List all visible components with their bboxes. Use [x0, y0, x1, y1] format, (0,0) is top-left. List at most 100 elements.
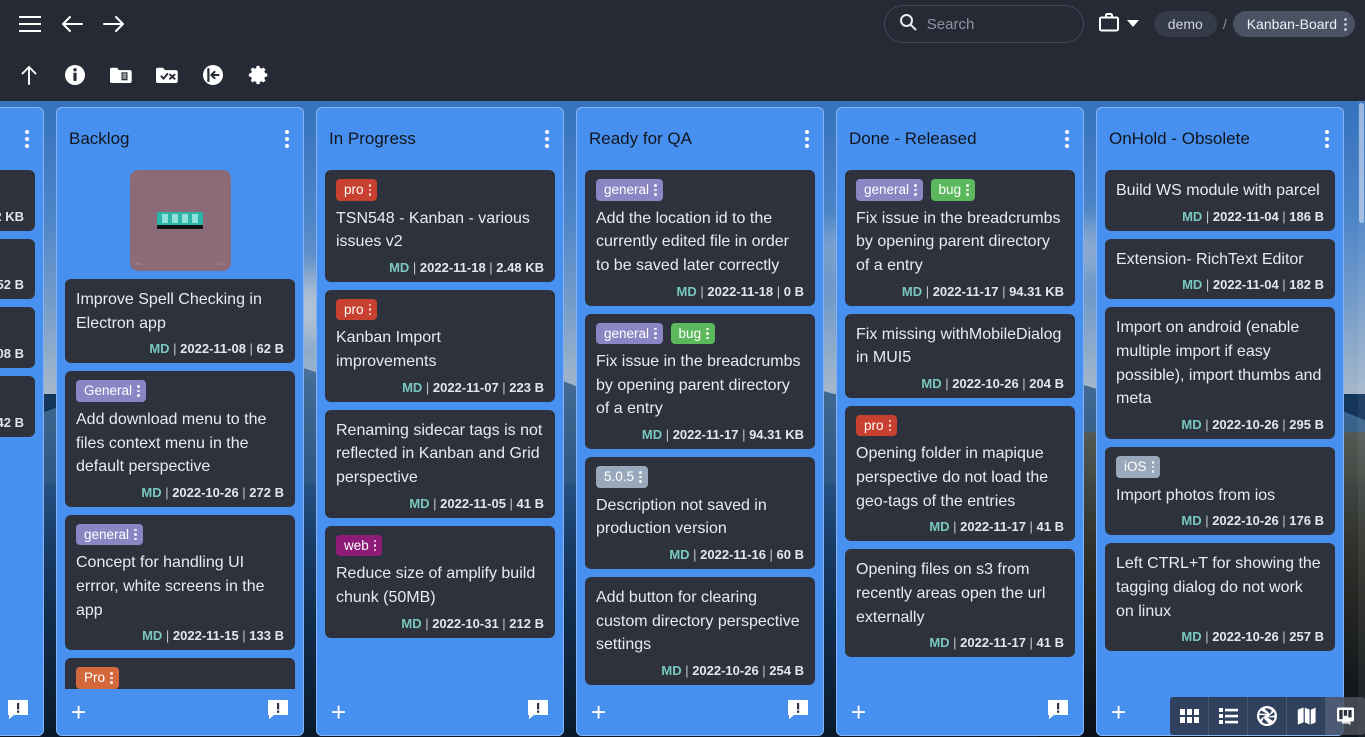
- column-menu-icon[interactable]: [801, 126, 813, 152]
- kanban-card[interactable]: general Add the location id to the curren…: [585, 170, 815, 306]
- kanban-card[interactable]: Improve Spell Checking in Electron app MD…: [65, 279, 295, 364]
- plus-icon[interactable]: +: [331, 699, 346, 725]
- card-tag-menu-icon[interactable]: [639, 471, 642, 483]
- arrow-up-icon[interactable]: [12, 58, 46, 92]
- search-box[interactable]: [883, 5, 1084, 43]
- gallery-perspective-icon[interactable]: [1248, 697, 1287, 735]
- plus-icon[interactable]: +: [851, 699, 866, 725]
- plus-icon[interactable]: +: [591, 699, 606, 725]
- kanban-card[interactable]: Left CTRL+T for showing the tagging dial…: [1105, 543, 1335, 652]
- column-menu-icon[interactable]: [1061, 126, 1073, 152]
- card-tag-menu-icon[interactable]: [134, 528, 137, 541]
- card-tag[interactable]: general: [596, 322, 663, 345]
- kanban-column[interactable]: ears MD | 72 KB ge is lame MD | 252 B with n…: [0, 107, 44, 736]
- info-circle-icon[interactable]: [58, 58, 92, 92]
- arrow-left-icon[interactable]: [54, 6, 90, 42]
- kanban-card[interactable]: pro TSN548 - Kanban - various issues v2 MD…: [325, 170, 555, 282]
- card-tag[interactable]: pro: [856, 414, 898, 437]
- grid-perspective-icon[interactable]: [1170, 697, 1209, 735]
- card-tag-menu-icon[interactable]: [888, 419, 892, 432]
- card-tag-menu-icon[interactable]: [368, 303, 372, 316]
- kanban-card[interactable]: Build WS module with parcel MD | 2022-11-…: [1105, 170, 1335, 231]
- card-tag[interactable]: 5.0.5: [596, 466, 648, 488]
- kanban-column[interactable]: OnHold - Obsolete Build WS module with pa…: [1096, 107, 1344, 736]
- column-menu-icon[interactable]: [1321, 126, 1333, 152]
- card-tag-menu-icon[interactable]: [654, 184, 657, 196]
- kanban-card[interactable]: by n MD | 242 B: [0, 376, 35, 437]
- arrow-right-icon[interactable]: [96, 6, 132, 42]
- card-tag-menu-icon[interactable]: [137, 385, 140, 397]
- hamburger-menu-icon[interactable]: [12, 6, 48, 42]
- kanban-card[interactable]: general Concept for handling UI errror, w…: [65, 514, 295, 651]
- card-tag[interactable]: pro: [336, 298, 378, 321]
- card-tag-menu-icon[interactable]: [373, 539, 377, 552]
- kanban-card[interactable]: Fix missing withMobileDialog in MUI5 MD |…: [845, 313, 1075, 398]
- breadcrumb-item-kanban-board[interactable]: Kanban-Board: [1232, 11, 1355, 37]
- column-card-list[interactable]: general Add the location id to the curren…: [577, 170, 823, 689]
- column-card-list[interactable]: IMG DDR Improve Spell Checking in Electron…: [57, 170, 303, 689]
- column-card-list[interactable]: general bug Fix issue in the breadcrumbs b…: [837, 170, 1083, 689]
- column-menu-icon[interactable]: [541, 126, 553, 152]
- alert-comment-icon[interactable]: [1047, 699, 1069, 725]
- card-tag[interactable]: bug: [930, 179, 975, 201]
- card-tag-menu-icon[interactable]: [706, 327, 709, 340]
- list-perspective-icon[interactable]: [1209, 697, 1248, 735]
- kanban-column[interactable]: In Progress pro TSN548 - Kanban - various …: [316, 107, 564, 736]
- column-card-list[interactable]: pro TSN548 - Kanban - various issues v2 MD…: [317, 170, 563, 689]
- kanban-column[interactable]: Ready for QA general Add the location id t…: [576, 107, 824, 736]
- card-tag[interactable]: iOS: [1116, 456, 1161, 478]
- kanban-column[interactable]: Done - Released general bug Fix issue in th…: [836, 107, 1084, 736]
- card-tag-menu-icon[interactable]: [966, 184, 969, 196]
- column-menu-icon[interactable]: [281, 126, 293, 152]
- plus-icon[interactable]: +: [71, 699, 86, 725]
- kanban-card[interactable]: Pro: [65, 658, 295, 689]
- kanban-column[interactable]: Backlog IMG DDR Improve Spell Checking in E…: [56, 107, 304, 736]
- board-vertical-scrollbar[interactable]: [1358, 101, 1365, 737]
- kanban-card[interactable]: Extension- RichText Editor MD | 2022-11-0…: [1105, 238, 1335, 300]
- kanban-card-thumbnail[interactable]: IMG DDR: [65, 170, 295, 271]
- alert-comment-icon[interactable]: [787, 699, 809, 725]
- breadcrumb-menu-icon[interactable]: [1344, 17, 1347, 31]
- kanban-card[interactable]: ge is lame MD | 252 B: [0, 238, 35, 300]
- kanban-perspective-icon[interactable]: [1326, 697, 1365, 735]
- breadcrumb-item-demo[interactable]: demo: [1153, 11, 1217, 37]
- perspective-switcher[interactable]: [1170, 697, 1365, 735]
- kanban-card[interactable]: general bug Fix issue in the breadcrumbs b…: [585, 313, 815, 450]
- briefcase-button[interactable]: [1094, 7, 1144, 42]
- alert-comment-icon[interactable]: [267, 699, 289, 725]
- card-tag-menu-icon[interactable]: [914, 184, 917, 196]
- scrollbar-thumb[interactable]: [1359, 103, 1364, 223]
- kanban-card[interactable]: with not MD | 308 B: [0, 307, 35, 369]
- card-tag[interactable]: Pro: [76, 667, 119, 689]
- card-tag-menu-icon[interactable]: [1151, 461, 1155, 473]
- card-tag[interactable]: bug: [670, 322, 715, 345]
- exit-icon[interactable]: [196, 58, 230, 92]
- kanban-card[interactable]: Opening files on s3 from recently areas …: [845, 549, 1075, 658]
- card-tag[interactable]: General: [76, 380, 146, 402]
- card-tag-menu-icon[interactable]: [368, 184, 372, 196]
- column-menu-icon[interactable]: [21, 126, 33, 152]
- kanban-card[interactable]: iOS Import photos from ios MD | 2022-10-26…: [1105, 447, 1335, 536]
- card-tag[interactable]: web: [336, 534, 383, 557]
- kanban-card[interactable]: Renaming sidecar tags is not reflected i…: [325, 409, 555, 518]
- alert-comment-icon[interactable]: [527, 699, 549, 725]
- card-tag[interactable]: pro: [336, 179, 378, 201]
- column-card-list[interactable]: ears MD | 72 KB ge is lame MD | 252 B with n…: [0, 170, 43, 689]
- kanban-columns-container[interactable]: ears MD | 72 KB ge is lame MD | 252 B with n…: [0, 101, 1365, 737]
- gear-icon[interactable]: [242, 58, 276, 92]
- kanban-card[interactable]: Add button for clearing custom directory…: [585, 577, 815, 686]
- card-tag[interactable]: general: [596, 179, 663, 201]
- mapique-perspective-icon[interactable]: [1287, 697, 1326, 735]
- plus-icon[interactable]: +: [1111, 699, 1126, 725]
- kanban-card[interactable]: web Reduce size of amplify build chunk (5…: [325, 525, 555, 638]
- kanban-card[interactable]: pro Opening folder in mapique perspective…: [845, 405, 1075, 542]
- card-tag-menu-icon[interactable]: [110, 672, 113, 684]
- kanban-card[interactable]: 5.0.5 Description not saved in production…: [585, 457, 815, 570]
- kanban-card[interactable]: ears MD | 72 KB: [0, 170, 35, 231]
- alert-comment-icon[interactable]: [7, 699, 29, 725]
- search-input[interactable]: [926, 15, 1069, 33]
- folder-file-icon[interactable]: [104, 58, 138, 92]
- kanban-card[interactable]: general bug Fix issue in the breadcrumbs b…: [845, 170, 1075, 306]
- kanban-card[interactable]: pro Kanban Import improvements MD | 2022-1…: [325, 289, 555, 402]
- folder-check-icon[interactable]: [150, 58, 184, 92]
